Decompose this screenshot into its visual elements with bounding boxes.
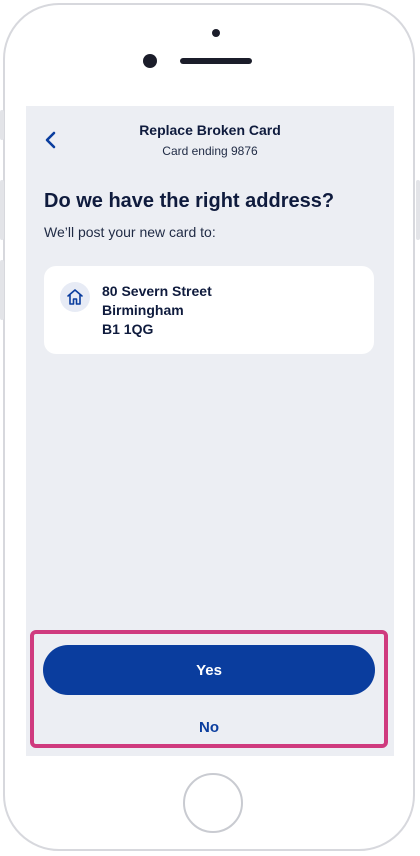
power-button — [416, 180, 420, 240]
address-lines: 80 Severn Street Birmingham B1 1QG — [102, 282, 212, 339]
home-button[interactable] — [183, 773, 243, 833]
yes-button[interactable]: Yes — [43, 645, 375, 695]
address-question-heading: Do we have the right address? — [44, 190, 335, 212]
front-camera — [143, 54, 157, 68]
card-subtitle: Card ending 9876 — [162, 144, 258, 158]
post-card-subtext: We’ll post your new card to: — [44, 224, 216, 240]
top-bar: Replace Broken Card Card ending 9876 — [26, 106, 394, 166]
address-line-1: 80 Severn Street — [102, 283, 212, 299]
volume-down-button — [0, 260, 4, 320]
speaker-grille — [180, 58, 252, 64]
page-title: Replace Broken Card — [139, 122, 281, 138]
side-button — [0, 110, 4, 140]
volume-up-button — [0, 180, 4, 240]
address-card: 80 Severn Street Birmingham B1 1QG — [44, 266, 374, 354]
address-line-2: Birmingham — [102, 302, 184, 318]
no-button[interactable]: No — [43, 712, 375, 742]
camera-dot — [212, 29, 220, 37]
address-line-3: B1 1QG — [102, 321, 154, 337]
home-icon — [60, 282, 90, 312]
